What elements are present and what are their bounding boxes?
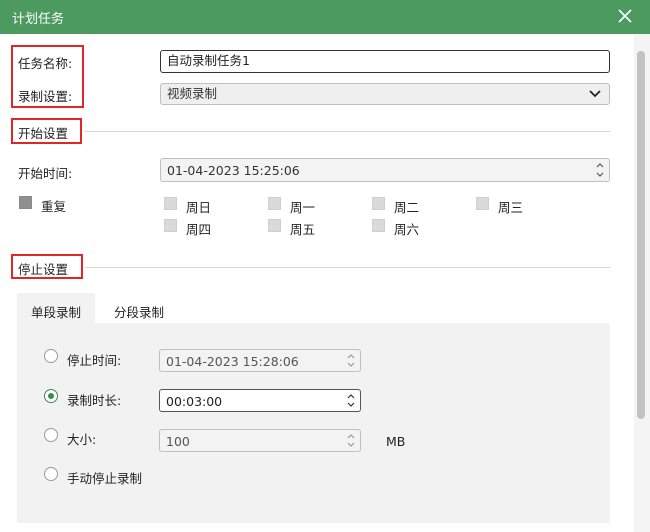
- day-label-mon: 周一: [290, 200, 316, 215]
- size-input[interactable]: 100: [159, 429, 361, 452]
- repeat-label: 重复: [41, 199, 67, 214]
- tab-segment-record[interactable]: 分段录制: [114, 302, 164, 321]
- stop-time-label: 停止时间:: [67, 353, 122, 368]
- spinner-arrows-icon[interactable]: [346, 391, 356, 410]
- tab-single-record-label: 单段录制: [31, 305, 82, 320]
- manual-stop-label: 手动停止录制: [67, 471, 143, 486]
- day-label-thu: 周四: [186, 222, 212, 237]
- start-time-label: 开始时间:: [18, 166, 73, 181]
- stop-time-value: 01-04-2023 15:28:06: [166, 354, 299, 369]
- title-bar: 计划任务: [0, 0, 650, 34]
- stop-section-title: 停止设置: [18, 262, 69, 277]
- task-name-label: 任务名称:: [18, 56, 73, 71]
- record-setting-label: 录制设置:: [18, 89, 73, 104]
- chevron-down-icon: [589, 90, 601, 98]
- task-name-value: 自动录制任务1: [167, 53, 250, 68]
- day-checkbox-sun[interactable]: [164, 197, 177, 210]
- day-label-sat: 周六: [394, 222, 420, 237]
- day-checkbox-wed[interactable]: [476, 197, 489, 210]
- radio-size[interactable]: [44, 428, 58, 442]
- duration-input[interactable]: 00:03:00: [159, 389, 361, 412]
- radio-manual-stop[interactable]: [44, 467, 58, 481]
- duration-label: 录制时长:: [67, 393, 122, 408]
- stop-divider: [85, 267, 610, 268]
- window-title: 计划任务: [12, 12, 65, 27]
- duration-value: 00:03:00: [166, 394, 223, 409]
- repeat-checkbox[interactable]: [19, 196, 32, 209]
- start-time-input[interactable]: 01-04-2023 15:25:06: [160, 158, 610, 182]
- day-label-fri: 周五: [290, 222, 316, 237]
- start-section-title: 开始设置: [18, 126, 69, 141]
- spinner-arrows-icon[interactable]: [346, 431, 356, 450]
- day-label-wed: 周三: [498, 200, 524, 215]
- day-checkbox-mon[interactable]: [268, 197, 281, 210]
- record-setting-value: 视频录制: [167, 86, 218, 101]
- day-checkbox-tue[interactable]: [372, 197, 385, 210]
- day-label-sun: 周日: [186, 200, 212, 215]
- task-name-input[interactable]: 自动录制任务1: [160, 50, 610, 73]
- spinner-arrows-icon[interactable]: [595, 160, 605, 180]
- spinner-arrows-icon[interactable]: [346, 351, 356, 370]
- day-label-tue: 周二: [394, 200, 420, 215]
- size-label: 大小:: [67, 432, 97, 447]
- day-checkbox-fri[interactable]: [268, 219, 281, 232]
- day-checkbox-thu[interactable]: [164, 219, 177, 232]
- stop-time-input[interactable]: 01-04-2023 15:28:06: [159, 349, 361, 372]
- radio-stop-time[interactable]: [44, 349, 58, 363]
- size-value: 100: [166, 434, 190, 449]
- tab-single-record[interactable]: 单段录制: [17, 293, 95, 323]
- radio-duration[interactable]: [44, 389, 58, 403]
- day-checkbox-sat[interactable]: [372, 219, 385, 232]
- start-divider: [84, 131, 610, 132]
- scrollbar-thumb[interactable]: [637, 51, 645, 419]
- start-time-value: 01-04-2023 15:25:06: [167, 163, 300, 178]
- size-unit: MB: [386, 434, 406, 449]
- record-setting-select[interactable]: 视频录制: [160, 83, 610, 105]
- close-icon[interactable]: [614, 5, 636, 27]
